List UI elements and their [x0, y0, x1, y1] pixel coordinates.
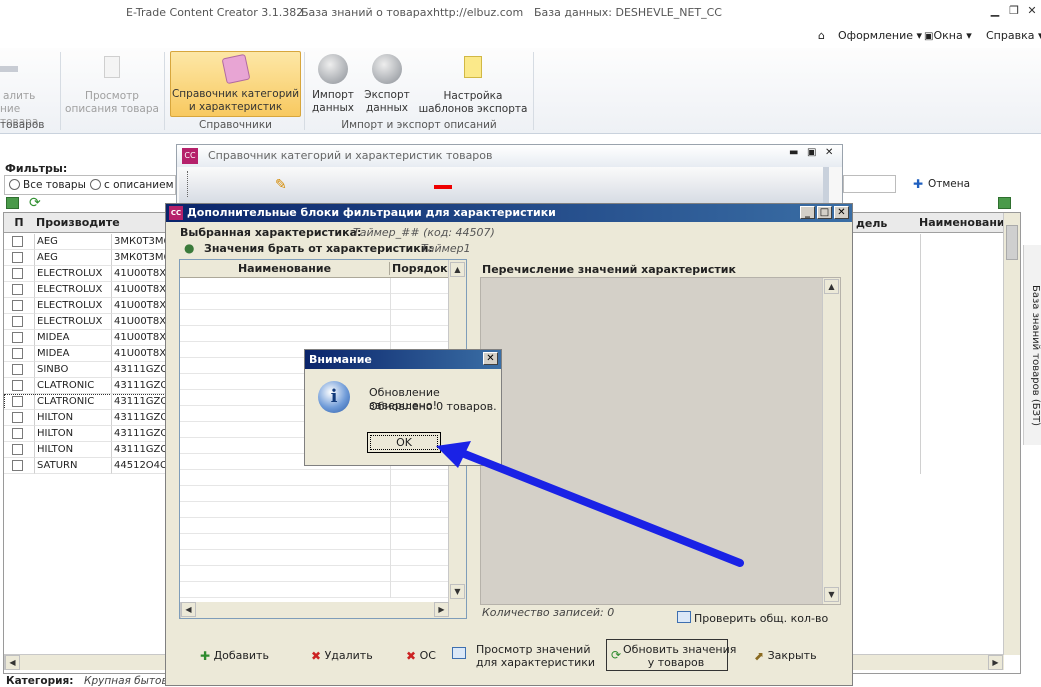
arrow-shaft — [458, 449, 744, 567]
arrow-shape — [436, 441, 744, 567]
annotation-arrow — [436, 441, 744, 567]
